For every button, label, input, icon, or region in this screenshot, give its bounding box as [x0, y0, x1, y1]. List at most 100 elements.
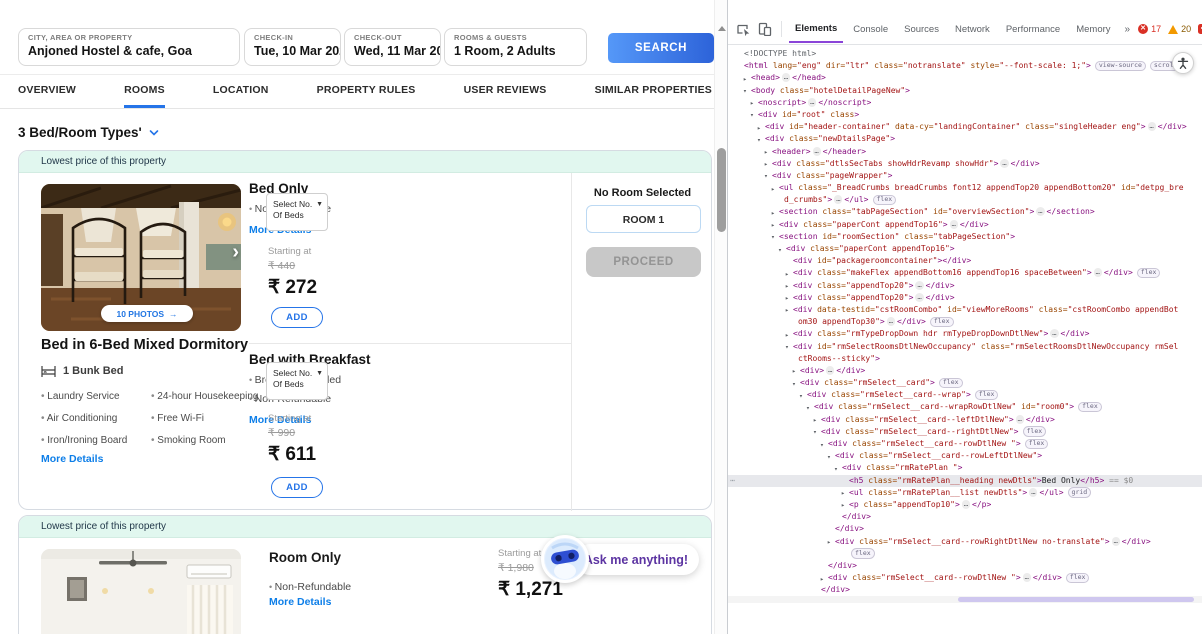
page-scrollbar[interactable] [714, 0, 727, 634]
chevron-down-icon[interactable] [149, 128, 159, 138]
tab-overview[interactable]: OVERVIEW [18, 84, 76, 108]
collapsed-ellipsis-icon[interactable]: … [808, 97, 817, 107]
expand-arrow-open-icon[interactable]: ▾ [743, 85, 747, 97]
expand-arrow-closed-icon[interactable]: ▸ [827, 536, 831, 548]
expand-arrow-closed-icon[interactable]: ▸ [757, 122, 761, 134]
devtools-tree-line[interactable]: ▸ <div class="appendTop20">… </div> [728, 292, 1202, 304]
collapsed-ellipsis-icon[interactable]: … [1029, 487, 1038, 497]
devtools-tree-line[interactable]: ▸ <div>… </div> [728, 365, 1202, 377]
collapsed-ellipsis-icon[interactable]: … [1000, 158, 1009, 168]
devtools-tree-line[interactable]: ▸ <div class="paperCont appendTop16">… </d… [728, 219, 1202, 231]
expand-arrow-closed-icon[interactable]: ▸ [750, 97, 754, 109]
collapsed-ellipsis-icon[interactable]: … [949, 219, 958, 229]
inspect-element-icon[interactable] [734, 20, 752, 38]
devtools-tree-line[interactable]: ▸ <ul class="_BreadCrumbs breadCrumbs fon… [728, 182, 1202, 194]
devtools-tree-line[interactable]: ▸ <section class="tabPageSection" id="ove… [728, 206, 1202, 218]
accessibility-person-icon[interactable] [1172, 52, 1194, 74]
devtools-badge[interactable]: flex [851, 548, 875, 559]
expand-arrow-closed-icon[interactable]: ▸ [813, 414, 817, 426]
devtools-tree-line[interactable]: ▸ <div class="makeFlex appendBottom16 app… [728, 267, 1202, 279]
devtools-badge[interactable]: grid [1067, 487, 1092, 498]
expand-arrow-open-icon[interactable]: ▾ [771, 231, 775, 243]
chat-robot-icon[interactable] [541, 535, 589, 583]
tab-rooms[interactable]: ROOMS [124, 84, 165, 108]
expand-arrow-open-icon[interactable]: ▾ [813, 426, 817, 438]
collapsed-ellipsis-icon[interactable]: … [1015, 414, 1024, 424]
chat-widget[interactable]: Ask me anything! [541, 535, 701, 585]
devtools-badge[interactable]: flex [1136, 267, 1161, 279]
proceed-button[interactable]: PROCEED [586, 247, 701, 277]
expand-arrow-closed-icon[interactable]: ▸ [820, 573, 824, 585]
expand-arrow-open-icon[interactable]: ▾ [785, 341, 789, 353]
collapsed-ellipsis-icon[interactable]: … [1050, 329, 1059, 339]
devtools-badge[interactable]: flex [1065, 572, 1090, 584]
collapsed-ellipsis-icon[interactable]: … [915, 292, 924, 302]
devtools-tree-line[interactable]: ▸ <div class="rmTypeDropDown hdr rmTypeDr… [728, 328, 1202, 340]
scrollbar-thumb[interactable] [717, 148, 726, 232]
devtools-tree-line[interactable]: </div> [728, 511, 1202, 523]
devtools-tree-line[interactable]: ▾ <div class="pageWrapper"> [728, 170, 1202, 182]
devtools-tree-line[interactable]: ▾ <section id="roomSection" class="tabPag… [728, 231, 1202, 243]
expand-arrow-closed-icon[interactable]: ▸ [785, 292, 789, 304]
devtools-tree-line[interactable]: ▸ <noscript>… </noscript> [728, 97, 1202, 109]
devtools-tree-line[interactable]: ▾ <div class="rmSelect__card--wrap"> flex [728, 389, 1202, 401]
expand-arrow-open-icon[interactable]: ▾ [757, 134, 761, 146]
devtools-badge[interactable]: flex [929, 316, 954, 328]
room-1-selector[interactable]: ROOM 1 [586, 205, 701, 233]
devtools-badge[interactable]: flex [974, 389, 999, 401]
devtools-tree-line[interactable]: ▾ <div class="rmSelect__card"> flex [728, 377, 1202, 389]
devtools-tree-line[interactable]: ▸ <div id="header-container" data-cy="lan… [728, 121, 1202, 133]
collapsed-ellipsis-icon[interactable]: … [886, 317, 895, 327]
collapsed-ellipsis-icon[interactable]: … [826, 365, 835, 375]
expand-arrow-open-icon[interactable]: ▾ [806, 402, 810, 414]
devtools-tree-line[interactable]: ▾ <div id="root" class> [728, 109, 1202, 121]
devtools-tree-line[interactable]: ctRooms--sticky"> [728, 353, 1202, 365]
devtools-tree-line[interactable]: ▾ <div class="newDtailsPage"> [728, 133, 1202, 145]
expand-arrow-closed-icon[interactable]: ▸ [785, 268, 789, 280]
warning-badge[interactable]: 20 [1168, 24, 1191, 34]
expand-arrow-closed-icon[interactable]: ▸ [841, 499, 845, 511]
tab-similar-properties[interactable]: SIMILAR PROPERTIES [595, 84, 712, 108]
devtools-tree-line[interactable]: ▾ <div id="rmSelectRoomsDtlNewOccupancy" … [728, 341, 1202, 353]
devtools-tree-line[interactable]: ▾ <div class="rmSelect__card--rowDtlNew "… [728, 438, 1202, 450]
devtools-tree-line[interactable]: <html lang="eng" dir="ltr" class="notran… [728, 60, 1202, 72]
expand-arrow-closed-icon[interactable]: ▸ [771, 183, 775, 195]
devtools-tree-line[interactable]: ▾ <div class="paperCont appendTop16"> [728, 243, 1202, 255]
collapsed-ellipsis-icon[interactable]: … [1147, 122, 1156, 132]
devtools-tree-line[interactable]: flex [728, 548, 1202, 560]
devtools-tree-line[interactable]: om30 appendTop30">… </div> flex [728, 316, 1202, 328]
devtools-tree-line[interactable]: ▾ <body class="hotelDetailPageNew"> [728, 85, 1202, 97]
devtools-tree-line[interactable]: ▸ <ul class="rmRatePlan__list newDtls">… <… [728, 487, 1202, 499]
devtools-tab-console[interactable]: Console [847, 16, 894, 42]
devtools-hscrollbar-thumb[interactable] [958, 597, 1194, 602]
expand-arrow-open-icon[interactable]: ▾ [820, 439, 824, 451]
devtools-tab-sources[interactable]: Sources [898, 16, 945, 42]
tab-property-rules[interactable]: PROPERTY RULES [317, 84, 416, 108]
device-toolbar-icon[interactable] [756, 20, 774, 38]
expand-arrow-closed-icon[interactable]: ▸ [771, 207, 775, 219]
rooms-guests-field[interactable]: ROOMS & GUESTS 1 Room, 2 Adults [444, 28, 587, 66]
select-beds-dropdown[interactable]: Select No. Of Beds ▼ [266, 193, 328, 231]
devtools-tree-line[interactable]: ▾ <div class="rmRatePlan "> [728, 462, 1202, 474]
devtools-tree-line[interactable]: ▾ <div class="rmSelect__card--wrapRowDtlN… [728, 401, 1202, 413]
devtools-tree-line[interactable]: <div id="packageroomcontainer"></div> [728, 255, 1202, 267]
devtools-tab-performance[interactable]: Performance [1000, 16, 1066, 42]
more-tabs-icon[interactable]: » [1121, 24, 1135, 35]
add-button[interactable]: ADD [271, 477, 323, 498]
expand-arrow-closed-icon[interactable]: ▸ [792, 365, 796, 377]
devtools-tree-line[interactable]: <!DOCTYPE html> [728, 48, 1202, 60]
selected-node-gutter-icon[interactable]: ⋯ [730, 475, 735, 487]
collapsed-ellipsis-icon[interactable]: … [961, 499, 971, 509]
room-more-details-link[interactable]: More Details [41, 453, 103, 465]
expand-arrow-open-icon[interactable]: ▾ [764, 170, 768, 182]
scrollbar-up-arrow-icon[interactable] [718, 26, 726, 31]
devtools-tree-line[interactable]: ▸ <div class="rmSelect__card--leftDtlNew"… [728, 414, 1202, 426]
room-photo[interactable] [41, 549, 241, 634]
devtools-tree-line[interactable]: ▸ <div class="dtlsSecTabs showHdrRevamp s… [728, 158, 1202, 170]
expand-arrow-closed-icon[interactable]: ▸ [785, 304, 789, 316]
expand-arrow-open-icon[interactable]: ▾ [799, 390, 803, 402]
checkin-field[interactable]: CHECK-IN Tue, 10 Mar 2026 [244, 28, 341, 66]
issues-badge[interactable]: 1 [1198, 24, 1202, 34]
devtools-badge[interactable]: flex [1024, 438, 1049, 449]
expand-arrow-open-icon[interactable]: ▾ [778, 244, 782, 256]
